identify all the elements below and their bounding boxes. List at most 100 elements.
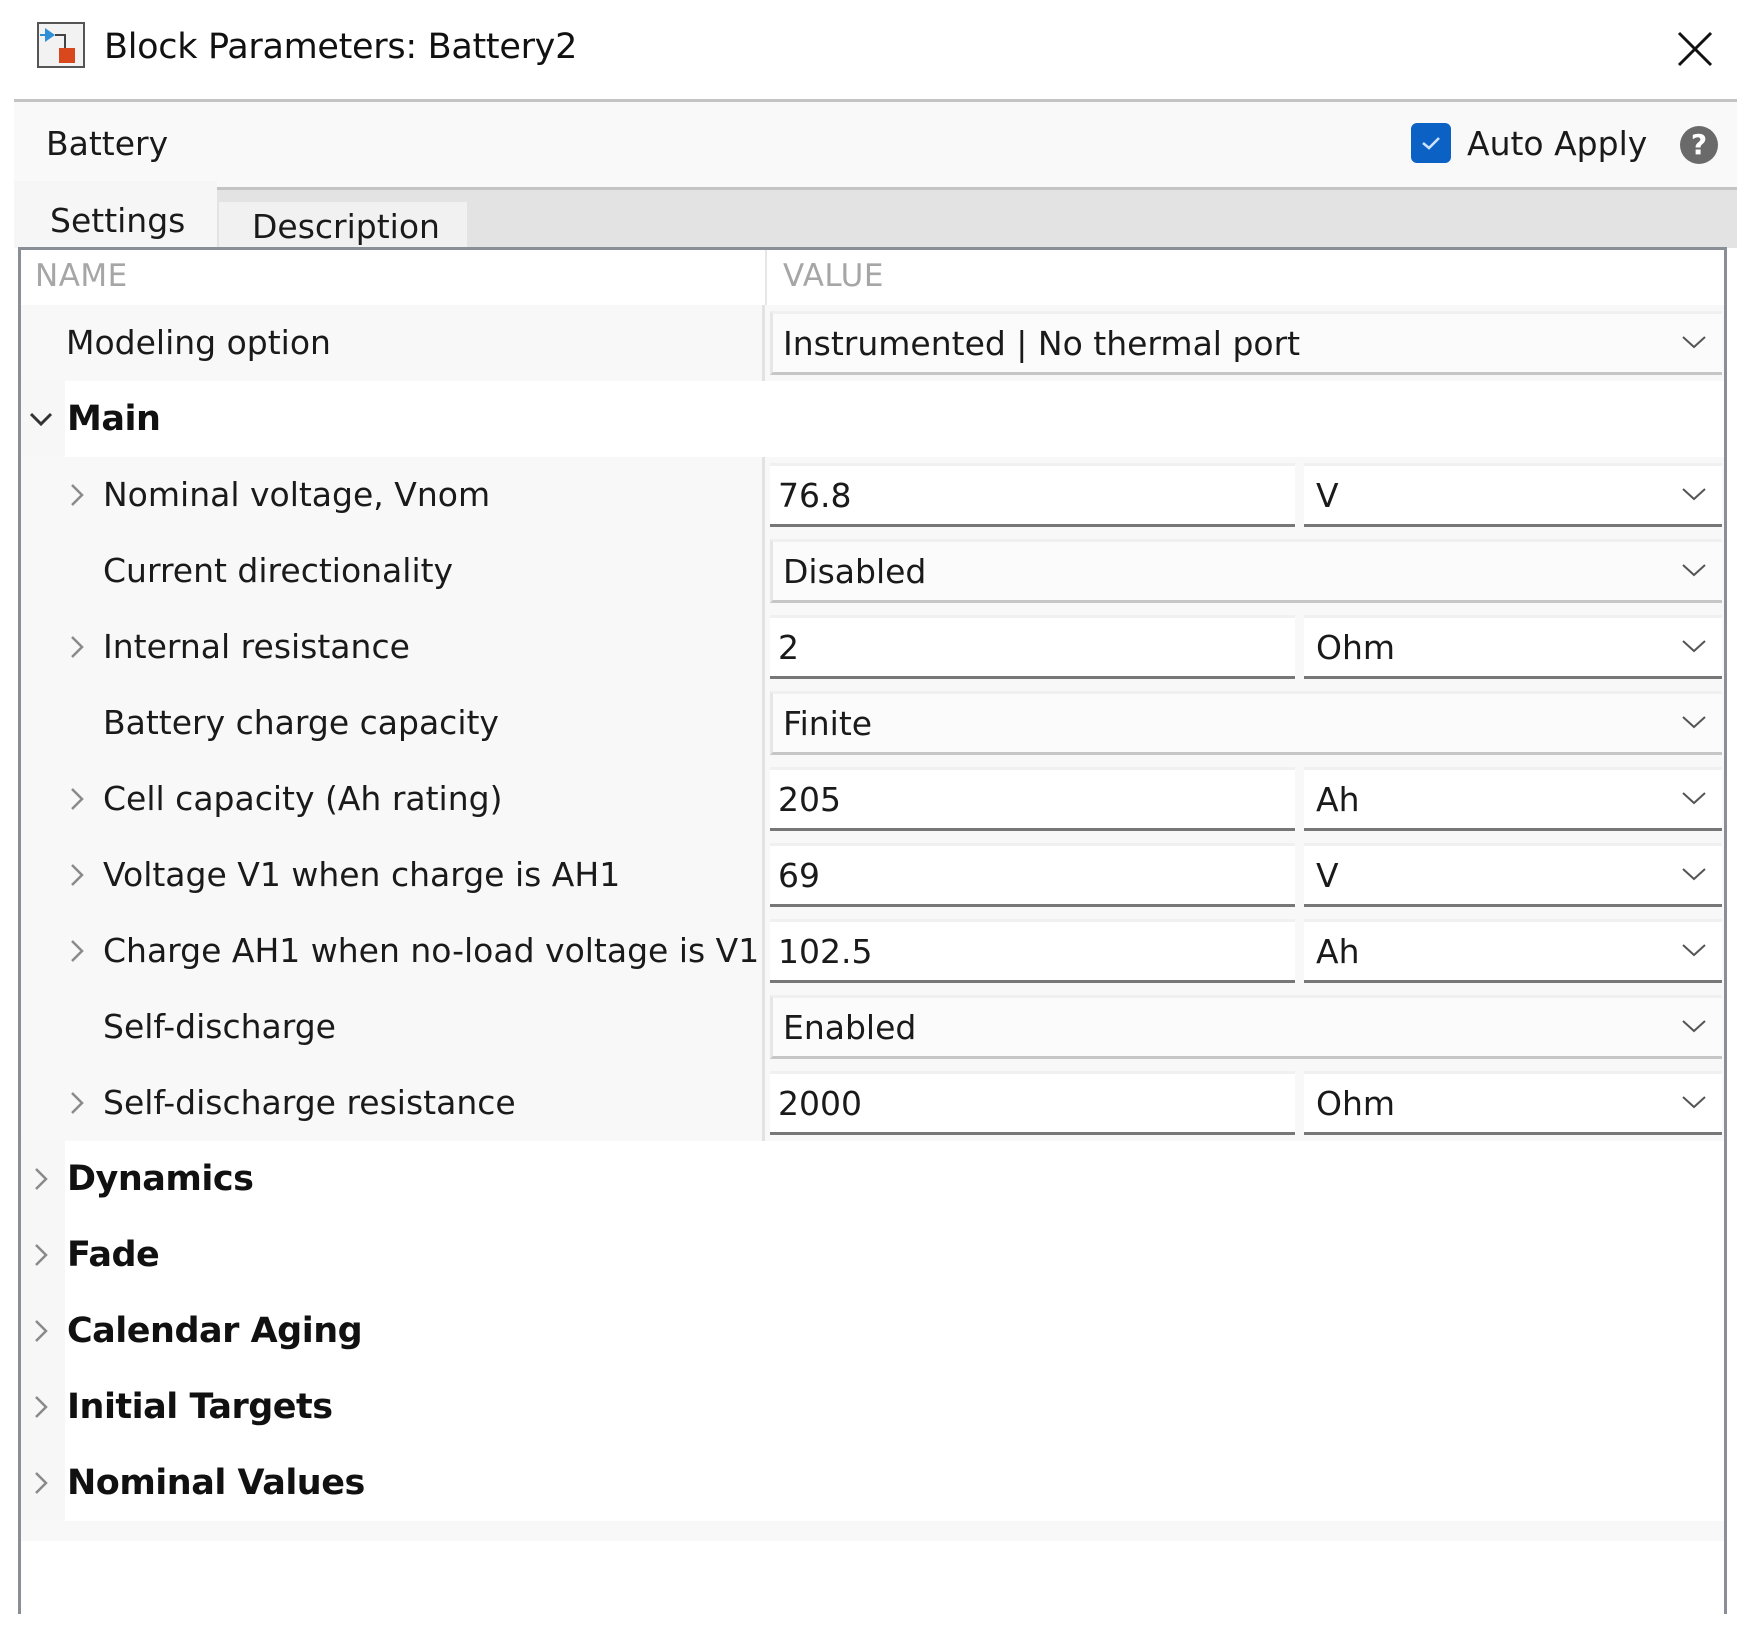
column-header-name: NAME bbox=[35, 258, 128, 294]
group-fade[interactable]: Fade bbox=[21, 1217, 1724, 1296]
group-gutter bbox=[21, 1445, 65, 1521]
name-cell: Cell capacity (Ah rating) bbox=[21, 761, 765, 837]
chevron-right-icon[interactable] bbox=[67, 859, 87, 891]
param-row: Internal resistance 2 Ohm bbox=[21, 609, 1724, 688]
unit-value: Ohm bbox=[1316, 1084, 1396, 1123]
chevron-down-icon bbox=[1682, 716, 1706, 729]
group-calendar-aging[interactable]: Calendar Aging bbox=[21, 1293, 1724, 1372]
column-header-value: VALUE bbox=[783, 258, 884, 294]
param-row: Voltage V1 when charge is AH1 69 V bbox=[21, 837, 1724, 916]
self-discharge-dropdown[interactable]: Enabled bbox=[770, 995, 1722, 1059]
modeling-option-dropdown[interactable]: Instrumented | No thermal port bbox=[770, 311, 1722, 375]
name-cell: Internal resistance bbox=[21, 609, 765, 685]
name-cell: Nominal voltage, Vnom bbox=[21, 457, 765, 533]
help-icon[interactable]: ? bbox=[1680, 126, 1718, 164]
block-header: Battery Auto Apply ? bbox=[14, 102, 1737, 188]
charge-ah1-unit-dropdown[interactable]: Ah bbox=[1304, 919, 1722, 983]
group-label: Calendar Aging bbox=[67, 1311, 363, 1351]
chevron-right-icon[interactable] bbox=[67, 935, 87, 967]
chevron-right-icon[interactable] bbox=[67, 631, 87, 663]
charge-ah1-input[interactable]: 102.5 bbox=[770, 919, 1295, 983]
chevron-right-icon[interactable] bbox=[27, 1467, 55, 1499]
param-row: Cell capacity (Ah rating) 205 Ah bbox=[21, 761, 1724, 840]
param-label: Cell capacity (Ah rating) bbox=[103, 779, 503, 818]
chevron-down-icon bbox=[1682, 1020, 1706, 1033]
param-label: Charge AH1 when no-load voltage is V1 bbox=[103, 931, 760, 970]
chevron-down-icon bbox=[1682, 336, 1706, 349]
current-directionality-dropdown[interactable]: Disabled bbox=[770, 539, 1722, 603]
self-discharge-resistance-input[interactable]: 2000 bbox=[770, 1071, 1295, 1135]
tab-settings[interactable]: Settings bbox=[14, 181, 217, 248]
voltage-v1-unit-dropdown[interactable]: V bbox=[1304, 843, 1722, 907]
close-icon[interactable] bbox=[1672, 28, 1716, 72]
group-gutter bbox=[21, 1369, 65, 1445]
cell-capacity-input[interactable]: 205 bbox=[770, 767, 1295, 831]
dropdown-value: Disabled bbox=[783, 552, 927, 591]
table-overflow-row bbox=[21, 1521, 1724, 1541]
chevron-right-icon[interactable] bbox=[67, 1087, 87, 1119]
chevron-down-icon[interactable] bbox=[27, 403, 55, 435]
group-label: Dynamics bbox=[67, 1159, 254, 1199]
param-row: Battery charge capacity Finite bbox=[21, 685, 1724, 764]
group-gutter bbox=[21, 1217, 65, 1293]
param-row-modeling-option: Modeling option Instrumented | No therma… bbox=[21, 305, 1724, 384]
auto-apply-label: Auto Apply bbox=[1467, 123, 1648, 163]
auto-apply-checkbox[interactable]: Auto Apply bbox=[1411, 122, 1647, 164]
checkbox-checked-icon[interactable] bbox=[1411, 123, 1451, 163]
chevron-down-icon bbox=[1682, 944, 1706, 957]
chevron-down-icon bbox=[1682, 640, 1706, 653]
internal-resistance-unit-dropdown[interactable]: Ohm bbox=[1304, 615, 1722, 679]
chevron-right-icon[interactable] bbox=[27, 1391, 55, 1423]
cell-capacity-unit-dropdown[interactable]: Ah bbox=[1304, 767, 1722, 831]
param-label: Internal resistance bbox=[103, 627, 410, 666]
param-row: Nominal voltage, Vnom 76.8 V bbox=[21, 457, 1724, 536]
name-cell: Current directionality bbox=[21, 533, 765, 609]
group-label: Fade bbox=[67, 1235, 160, 1275]
window-title: Block Parameters: Battery2 bbox=[104, 27, 578, 67]
name-cell: Self-discharge bbox=[21, 989, 765, 1065]
internal-resistance-input[interactable]: 2 bbox=[770, 615, 1295, 679]
block-name: Battery bbox=[46, 124, 169, 163]
unit-value: V bbox=[1316, 476, 1339, 515]
dropdown-value: Finite bbox=[783, 704, 873, 743]
unit-value: Ah bbox=[1316, 780, 1360, 819]
dropdown-value: Enabled bbox=[783, 1008, 917, 1047]
self-discharge-resistance-unit-dropdown[interactable]: Ohm bbox=[1304, 1071, 1722, 1135]
group-dynamics[interactable]: Dynamics bbox=[21, 1141, 1724, 1220]
chevron-down-icon bbox=[1682, 564, 1706, 577]
chevron-right-icon[interactable] bbox=[27, 1163, 55, 1195]
param-label: Voltage V1 when charge is AH1 bbox=[103, 855, 621, 894]
column-divider[interactable] bbox=[765, 250, 767, 306]
tab-description-label: Description bbox=[252, 207, 440, 246]
param-label: Self-discharge resistance bbox=[103, 1083, 516, 1122]
group-gutter bbox=[21, 381, 65, 457]
checkmark-icon bbox=[1422, 137, 1440, 150]
voltage-v1-input[interactable]: 69 bbox=[770, 843, 1295, 907]
group-gutter bbox=[21, 1293, 65, 1369]
battery-charge-capacity-dropdown[interactable]: Finite bbox=[770, 691, 1722, 755]
param-label: Modeling option bbox=[66, 323, 331, 362]
chevron-right-icon[interactable] bbox=[67, 479, 87, 511]
group-label: Initial Targets bbox=[67, 1387, 333, 1427]
param-label: Self-discharge bbox=[103, 1007, 336, 1046]
nominal-voltage-unit-dropdown[interactable]: V bbox=[1304, 463, 1722, 527]
param-label: Battery charge capacity bbox=[103, 703, 499, 742]
name-cell: Modeling option bbox=[21, 305, 765, 381]
param-label: Nominal voltage, Vnom bbox=[103, 475, 491, 514]
tab-description[interactable]: Description bbox=[219, 202, 467, 248]
nominal-voltage-input[interactable]: 76.8 bbox=[770, 463, 1295, 527]
chevron-right-icon[interactable] bbox=[67, 783, 87, 815]
chevron-right-icon[interactable] bbox=[27, 1315, 55, 1347]
chevron-right-icon[interactable] bbox=[27, 1239, 55, 1271]
param-label: Current directionality bbox=[103, 551, 454, 590]
group-main[interactable]: Main bbox=[21, 381, 1724, 460]
chevron-down-icon bbox=[1682, 792, 1706, 805]
bottom-margin bbox=[0, 1614, 1761, 1630]
group-initial-targets[interactable]: Initial Targets bbox=[21, 1369, 1724, 1448]
table-header: NAME VALUE bbox=[21, 250, 1724, 306]
chevron-down-icon bbox=[1682, 1096, 1706, 1109]
group-nominal-values[interactable]: Nominal Values bbox=[21, 1445, 1724, 1524]
tab-settings-label: Settings bbox=[50, 201, 186, 240]
dropdown-value: Instrumented | No thermal port bbox=[783, 324, 1301, 363]
title-bar: Block Parameters: Battery2 bbox=[0, 0, 1761, 100]
